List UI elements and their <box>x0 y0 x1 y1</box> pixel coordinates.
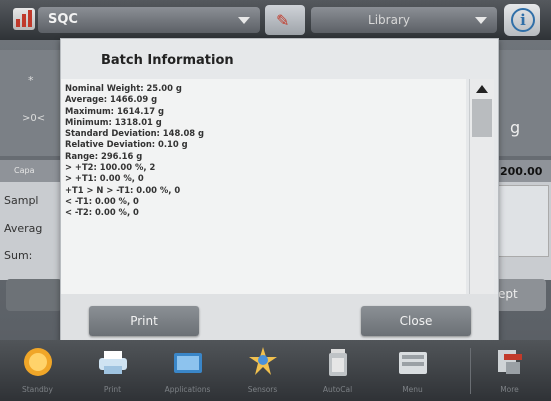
list-item: Average: 1466.09 g <box>65 94 158 105</box>
standby-icon <box>24 348 52 376</box>
toolbar-item-print[interactable]: Print <box>75 340 150 401</box>
applications-icon <box>174 353 202 373</box>
toolbar-item-autocal[interactable]: AutoCal <box>300 340 375 401</box>
printer-icon <box>99 351 127 374</box>
list-item: Relative Deviation: 0.10 g <box>65 139 188 150</box>
toolbar-item-label: More <box>500 385 519 394</box>
star-icon[interactable]: * <box>28 74 34 87</box>
list-item: +T1 > N > -T1: 0.00 %, 0 <box>65 184 181 195</box>
toolbar-item-menu[interactable]: Menu <box>375 340 450 401</box>
autocal-icon <box>329 349 347 376</box>
batch-information-dialog: Batch Information Nominal Weight: 25.00 … <box>60 38 499 342</box>
toolbar-item-label: Standby <box>21 385 53 394</box>
stat-row-label: Sum: <box>4 249 33 262</box>
scroll-up-icon[interactable] <box>476 85 488 93</box>
tools-icon: ✎ <box>276 11 290 30</box>
batch-info-list: Nominal Weight: 25.00 g Average: 1466.09… <box>65 83 204 219</box>
toolbar-item-label: AutoCal <box>322 385 353 394</box>
toolbar-item-label: Applications <box>164 385 211 394</box>
stat-row-label: Sampl <box>4 194 39 207</box>
more-icon <box>498 350 522 374</box>
chevron-down-icon <box>238 17 250 24</box>
dialog-footer: Print Close <box>61 294 498 341</box>
list-item: < -T2: 0.00 %, 0 <box>65 207 139 218</box>
side-box <box>497 185 549 257</box>
capacity-value: 200.00 <box>500 165 543 178</box>
toolbar-item-label: Menu <box>402 385 423 394</box>
info-button[interactable]: i <box>504 4 540 36</box>
list-item: < -T1: 0.00 %, 0 <box>65 195 139 206</box>
accept-button-label: ept <box>498 287 518 301</box>
toolbar-item-sensors[interactable]: Sensors <box>225 340 300 401</box>
application-select-label: SQC <box>48 12 78 27</box>
toolbar-item-more[interactable]: More <box>472 340 547 401</box>
list-item: Standard Deviation: 148.08 g <box>65 128 205 139</box>
tools-button[interactable]: ✎ <box>265 5 305 35</box>
chevron-down-icon <box>475 17 487 24</box>
left-action-button[interactable] <box>6 279 62 311</box>
zero-button[interactable]: >0< <box>22 113 45 124</box>
toolbar-item-label: Sensors <box>247 385 278 394</box>
sensors-icon <box>249 347 277 375</box>
bar-chart-icon <box>13 8 35 30</box>
stat-row-label: Averag <box>4 222 43 235</box>
toolbar-item-label: Print <box>103 385 122 394</box>
unit-label[interactable]: g <box>510 118 520 137</box>
list-item: Nominal Weight: 25.00 g <box>65 83 182 93</box>
right-panel <box>497 50 551 156</box>
library-select-label: Library <box>368 13 410 27</box>
list-item: Range: 296.16 g <box>65 150 143 161</box>
list-item: > +T2: 100.00 %, 2 <box>65 162 156 173</box>
list-item: Maximum: 1614.17 g <box>65 105 164 116</box>
library-select[interactable]: Library <box>311 7 497 33</box>
top-bar: SQC ✎ Library i <box>0 0 551 40</box>
menu-icon <box>399 352 427 374</box>
left-panel <box>0 50 60 156</box>
bottom-toolbar: Standby Print Applications Sensors AutoC… <box>0 340 551 401</box>
info-icon: i <box>511 8 535 32</box>
dialog-title: Batch Information <box>101 53 234 68</box>
close-button[interactable]: Close <box>361 306 471 336</box>
list-item: Minimum: 1318.01 g <box>65 116 162 127</box>
scroll-thumb[interactable] <box>472 99 492 137</box>
list-item: > +T1: 0.00 %, 0 <box>65 173 144 184</box>
toolbar-item-standby[interactable]: Standby <box>0 340 75 401</box>
toolbar-item-applications[interactable]: Applications <box>150 340 225 401</box>
application-select[interactable]: SQC <box>38 7 260 33</box>
print-button[interactable]: Print <box>89 306 199 336</box>
capacity-label: Capa <box>14 166 35 175</box>
toolbar-divider <box>470 348 471 394</box>
